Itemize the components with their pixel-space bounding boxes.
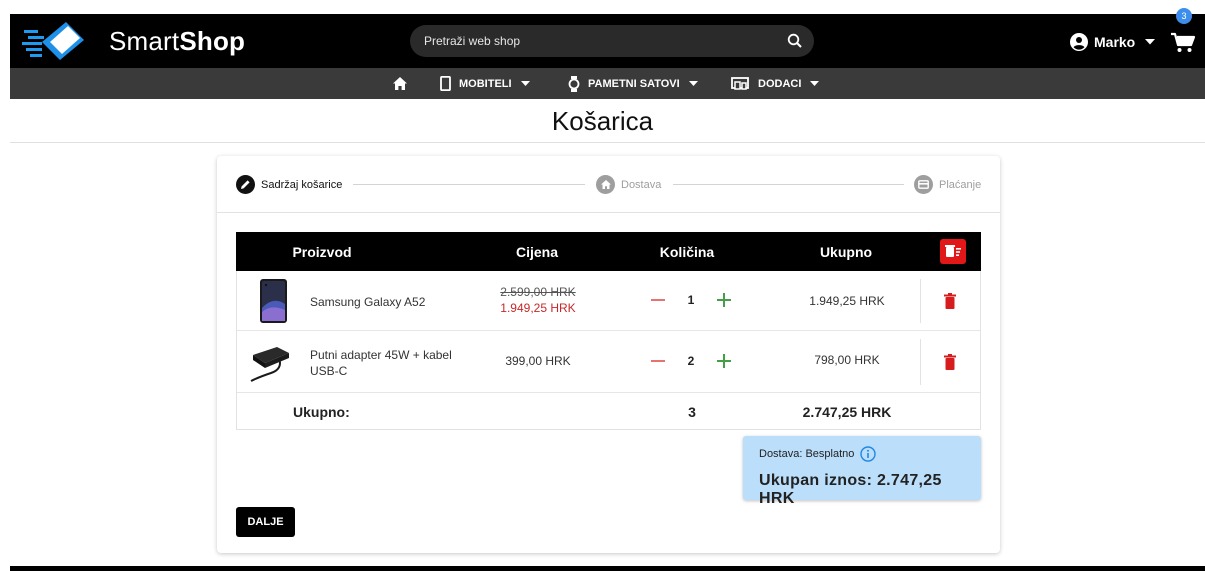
grand-total: Ukupan iznos: 2.747,25 HRK <box>759 472 942 507</box>
unit-price: 399,00 HRK <box>505 354 571 368</box>
delete-sweep-icon <box>945 245 961 257</box>
divider <box>920 339 921 385</box>
order-summary-box: Dostava: Besplatno Ukupan iznos: 2.747,2… <box>743 436 981 507</box>
footer-bar <box>10 566 1205 571</box>
product-name[interactable]: Putni adapter 45W + kabel USB-C <box>310 347 460 379</box>
delete-icon[interactable] <box>944 293 956 309</box>
nav-item-dodaci[interactable]: DODACI <box>731 68 820 99</box>
card-icon <box>914 175 933 194</box>
account-icon <box>1070 33 1088 51</box>
step-label: Sadržaj košarice <box>261 178 343 191</box>
phone-icon <box>440 76 451 91</box>
logo-icon[interactable] <box>22 20 98 64</box>
main-nav: MOBITELI PAMETNI SATOVI DODACI <box>10 68 1205 99</box>
divider <box>10 142 1205 143</box>
row-total: 798,00 HRK <box>814 353 880 367</box>
nav-item-mobiteli[interactable]: MOBITELI <box>440 68 530 99</box>
search-icon[interactable] <box>786 32 804 50</box>
nav-label-pametni-satovi: PAMETNI SATOVI <box>588 77 680 90</box>
old-price: 2.599,00 HRK <box>500 285 576 299</box>
product-image[interactable] <box>249 341 293 383</box>
increase-quantity-button[interactable] <box>717 293 731 307</box>
step-connector <box>353 184 585 185</box>
table-header: Proizvod Cijena Količina Ukupno <box>236 232 981 271</box>
product-name[interactable]: Samsung Galaxy A52 <box>310 294 425 310</box>
chevron-down-icon <box>810 81 820 86</box>
nav-label-dodaci: DODACI <box>758 77 802 90</box>
step-shipping[interactable]: Dostava <box>596 175 661 194</box>
chevron-down-icon <box>1145 39 1156 45</box>
chevron-down-icon <box>688 81 698 86</box>
cart-count-badge: 3 <box>1176 8 1192 24</box>
home-icon <box>596 175 615 194</box>
quantity-value: 1 <box>687 293 695 307</box>
top-bar: SmartShop Pretraži web shop Marko <box>10 14 1205 68</box>
step-payment[interactable]: Plaćanje <box>914 175 981 194</box>
cart-icon[interactable] <box>1170 32 1196 54</box>
step-cart-contents[interactable]: Sadržaj košarice <box>236 175 342 194</box>
step-label: Plaćanje <box>939 178 982 191</box>
checkout-stepper: Sadržaj košarice Dostava Plaćanje <box>217 156 1000 213</box>
summary-label: Ukupno: <box>293 404 350 420</box>
watch-icon <box>568 75 580 92</box>
divider <box>920 279 921 323</box>
decrease-quantity-button[interactable] <box>651 299 665 301</box>
cart-table: Proizvod Cijena Količina Ukupno Samsung … <box>236 232 981 430</box>
search-bar[interactable]: Pretraži web shop <box>410 25 814 57</box>
nav-home[interactable] <box>393 68 407 99</box>
shipping-text: Dostava: Besplatno <box>759 448 855 460</box>
increase-quantity-button[interactable] <box>717 354 731 368</box>
table-row: Samsung Galaxy A52 2.599,00 HRK 1.949,25… <box>237 271 980 331</box>
product-price: 2.599,00 HRK 1.949,25 HRK <box>493 284 583 316</box>
step-connector <box>673 184 904 185</box>
info-icon[interactable] <box>860 446 877 462</box>
chevron-down-icon <box>520 81 530 86</box>
table-summary-row: Ukupno: 3 2.747,25 HRK <box>237 393 980 430</box>
quantity-value: 2 <box>687 354 695 368</box>
product-image[interactable] <box>255 278 293 324</box>
shipping-info: Dostava: Besplatno <box>759 446 877 462</box>
home-icon <box>393 77 407 90</box>
search-input[interactable]: Pretraži web shop <box>424 34 520 48</box>
clear-cart-button[interactable] <box>940 239 966 264</box>
decrease-quantity-button[interactable] <box>651 360 665 362</box>
quantity-stepper: 2 <box>651 354 731 368</box>
page-title: Košarica <box>551 106 654 136</box>
step-label: Dostava <box>621 178 662 191</box>
product-price: 399,00 HRK <box>493 353 583 369</box>
summary-total: 2.747,25 HRK <box>802 404 892 420</box>
table-row: Putni adapter 45W + kabel USB-C 399,00 H… <box>237 331 980 393</box>
column-header-product: Proizvod <box>292 244 352 260</box>
user-menu[interactable]: Marko <box>1070 31 1156 53</box>
column-header-price: Cijena <box>515 244 558 260</box>
nav-label-mobiteli: MOBITELI <box>459 77 512 90</box>
user-name: Marko <box>1094 34 1136 50</box>
row-total: 1.949,25 HRK <box>809 294 885 308</box>
nav-item-pametni-satovi[interactable]: PAMETNI SATOVI <box>568 68 698 99</box>
next-button[interactable]: DALJE <box>236 507 295 537</box>
cart-card: Sadržaj košarice Dostava Plaćanje Proizv… <box>217 156 1000 553</box>
quantity-stepper: 1 <box>651 293 731 307</box>
discounted-price: 1.949,25 HRK <box>500 301 576 315</box>
summary-quantity: 3 <box>688 404 696 420</box>
edit-icon <box>236 175 255 194</box>
column-header-total: Ukupno <box>819 244 873 260</box>
devices-icon <box>731 77 749 90</box>
column-header-quantity: Količina <box>659 244 715 260</box>
brand-name[interactable]: SmartShop <box>109 26 245 57</box>
delete-icon[interactable] <box>944 354 956 370</box>
